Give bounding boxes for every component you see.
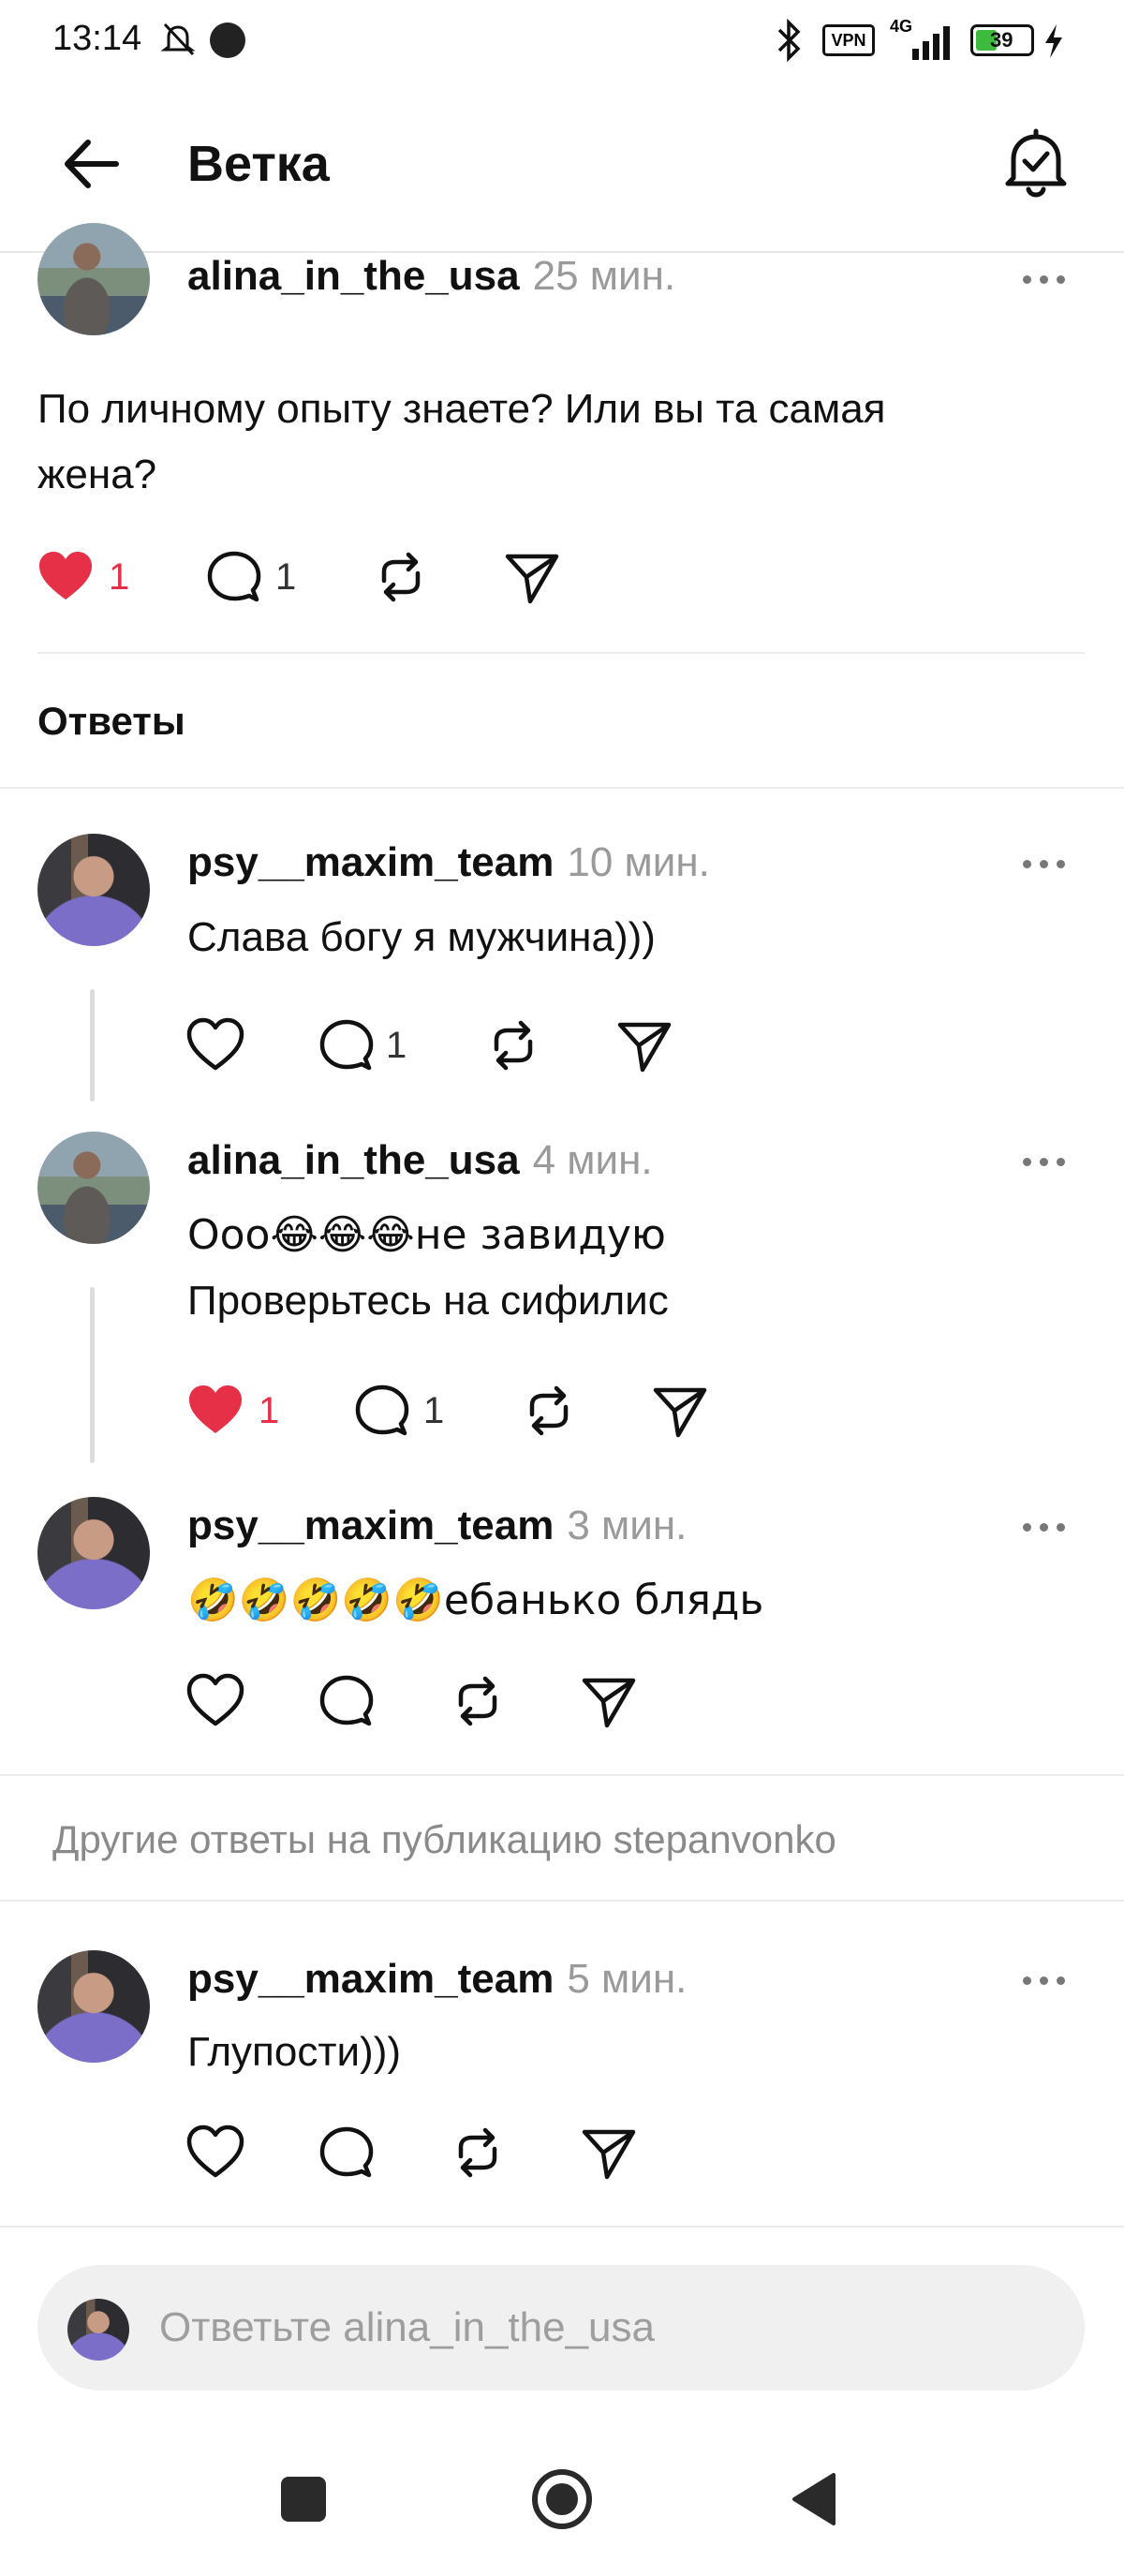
comment-icon[interactable] — [317, 1015, 377, 1075]
reply-input-box[interactable]: Ответьте alina_in_the_usa — [37, 2265, 1085, 2391]
reply-meta: psy__maxim_team 3 мин. — [187, 1503, 687, 1549]
heart-icon[interactable] — [185, 1015, 245, 1075]
more-icon[interactable] — [1023, 1973, 1079, 1991]
reply-username[interactable]: psy__maxim_team — [187, 839, 554, 885]
reply-text: Слава богу я мужчина))) — [187, 914, 656, 960]
status-bar: 13:14 VPN 4G 39 — [0, 0, 1124, 84]
comment-count: 1 — [386, 1025, 407, 1066]
reply-text: Глупости))) — [187, 2029, 402, 2075]
reply-meta: psy__maxim_team 10 мин. — [187, 839, 710, 886]
avatar[interactable] — [37, 1497, 150, 1609]
reply-input[interactable]: Ответьте alina_in_the_usa — [159, 2304, 655, 2351]
battery-level: 39 — [990, 28, 1013, 52]
divider — [0, 1774, 1124, 1776]
signal-icon — [912, 26, 950, 60]
reply-username[interactable]: alina_in_the_usa — [187, 1137, 520, 1183]
app-header — [0, 84, 1124, 253]
heart-icon[interactable] — [185, 2123, 245, 2183]
vpn-badge: VPN — [822, 24, 875, 56]
avatar[interactable] — [37, 834, 150, 946]
post-meta: alina_in_the_usa 25 мин. — [187, 253, 675, 300]
more-icon[interactable] — [1023, 272, 1079, 290]
reply-text-line: Ооо😂😂😂не завидую — [187, 1211, 666, 1259]
reply-username[interactable]: psy__maxim_team — [187, 1956, 554, 2002]
share-icon[interactable] — [502, 547, 562, 607]
share-icon[interactable] — [579, 1671, 639, 1731]
post-time: 25 мин. — [532, 253, 676, 299]
repost-icon[interactable] — [371, 547, 431, 607]
post-username[interactable]: alina_in_the_usa — [187, 253, 520, 299]
avatar[interactable] — [37, 1950, 150, 2063]
reply-time: 10 мин. — [567, 839, 710, 885]
back-arrow-icon[interactable] — [58, 131, 124, 197]
more-icon[interactable] — [1023, 856, 1079, 875]
bluetooth-icon — [777, 19, 801, 62]
divider — [0, 2226, 1124, 2228]
battery-icon: 39 — [970, 24, 1034, 56]
comment-count: 1 — [423, 1390, 445, 1431]
page-title: Ветка — [187, 136, 330, 192]
replies-heading: Ответы — [37, 699, 185, 743]
repost-icon[interactable] — [519, 1381, 579, 1441]
like-count: 1 — [109, 556, 130, 598]
post-text-line: По личному опыту знаете? Или вы та самая — [37, 386, 886, 432]
reply-text: 🤣🤣🤣🤣🤣ебанько блядь — [187, 1577, 764, 1624]
reply-time: 3 мин. — [567, 1503, 688, 1548]
share-icon[interactable] — [579, 2123, 639, 2183]
charging-icon — [1045, 24, 1062, 58]
post-text: По личному опыту знаете? Или вы та самая… — [37, 377, 886, 508]
status-time: 13:14 — [52, 19, 142, 58]
other-replies-link[interactable]: Другие ответы на публикацию stepanvonko — [52, 1817, 836, 1862]
thread-line — [90, 989, 95, 1102]
avatar — [67, 2299, 129, 2361]
avatar[interactable] — [37, 1132, 150, 1244]
divider — [37, 652, 1085, 654]
repost-icon[interactable] — [483, 1015, 543, 1075]
repost-icon[interactable] — [448, 1671, 508, 1731]
more-icon[interactable] — [1023, 1154, 1079, 1173]
avatar[interactable] — [37, 223, 150, 335]
share-icon[interactable] — [614, 1015, 674, 1075]
nav-home-icon[interactable] — [530, 2467, 594, 2531]
reply-time: 5 мин. — [567, 1956, 688, 2002]
comment-count: 1 — [275, 556, 297, 598]
heart-icon[interactable] — [185, 1671, 245, 1731]
reply-meta: alina_in_the_usa 4 мин. — [187, 1137, 653, 1184]
notifications-muted-icon — [160, 22, 196, 56]
post-text-line: жена? — [37, 452, 157, 497]
nav-back-icon[interactable] — [791, 2471, 839, 2527]
share-icon[interactable] — [650, 1381, 710, 1441]
comment-icon[interactable] — [317, 2123, 377, 2183]
comment-icon[interactable] — [352, 1381, 412, 1441]
reply-text-line: Проверьтесь на сифилис — [187, 1278, 669, 1324]
like-count: 1 — [259, 1390, 280, 1431]
heart-icon[interactable] — [36, 547, 96, 607]
bell-check-icon[interactable] — [1000, 127, 1072, 202]
reply-username[interactable]: psy__maxim_team — [187, 1503, 554, 1548]
more-icon[interactable] — [1023, 1519, 1079, 1538]
comment-icon[interactable] — [317, 1671, 377, 1731]
comment-icon[interactable] — [204, 547, 264, 607]
recording-dot-icon — [210, 22, 245, 58]
divider — [0, 787, 1124, 789]
reply-meta: psy__maxim_team 5 мин. — [187, 1956, 687, 2003]
thread-line — [90, 1287, 95, 1463]
nav-square-icon[interactable] — [281, 2477, 326, 2522]
repost-icon[interactable] — [448, 2123, 508, 2183]
reply-text: Ооо😂😂😂не завидую Проверьтесь на сифилис — [187, 1203, 669, 1334]
heart-icon[interactable] — [185, 1381, 245, 1441]
reply-time: 4 мин. — [532, 1137, 653, 1183]
divider — [0, 1900, 1124, 1902]
